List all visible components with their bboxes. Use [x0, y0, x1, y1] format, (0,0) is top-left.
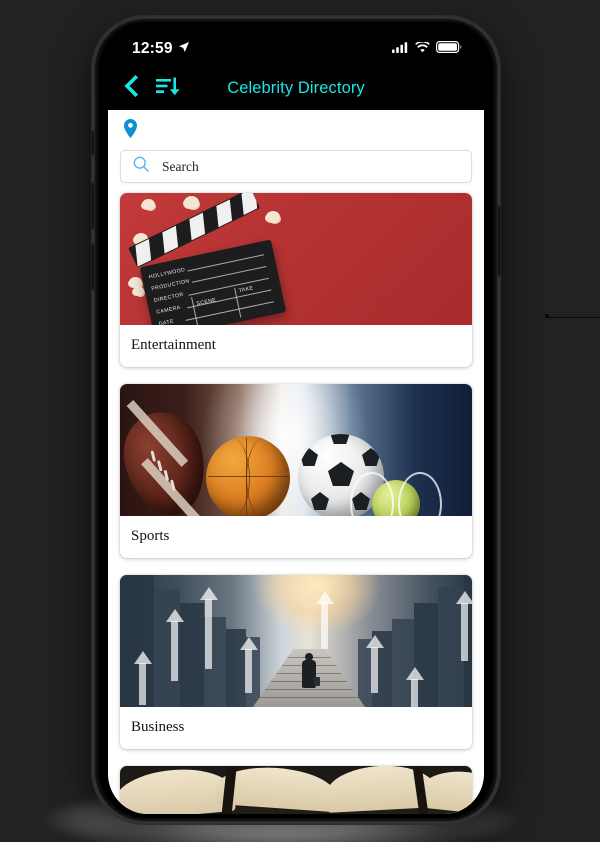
back-chevron-icon[interactable]: [122, 74, 139, 102]
wifi-icon: [415, 40, 430, 58]
status-bar: 12:59: [108, 26, 484, 66]
books-image: [120, 766, 472, 814]
volume-down-button[interactable]: [91, 243, 95, 291]
search-icon: [133, 156, 149, 177]
tennis-ball-icon: [350, 472, 442, 516]
category-card-business[interactable]: Business: [120, 575, 472, 749]
business-image: [120, 575, 472, 707]
silent-switch[interactable]: [91, 130, 95, 156]
status-bar-right: [392, 40, 462, 58]
category-card-books[interactable]: [120, 766, 472, 814]
search-input[interactable]: Search: [120, 150, 472, 183]
cellular-signal-icon: [392, 40, 409, 58]
basketball-icon: [206, 436, 290, 516]
clapperboard-icon: HOLLYWOOD PRODUCTION DIRECTOR CAMERA SCE…: [124, 193, 293, 325]
search-placeholder: Search: [162, 158, 199, 174]
status-time: 12:59: [132, 40, 173, 57]
phone-screen: 12:59 Celebrity Directory Search HOLLYWO…: [108, 26, 484, 814]
app-bar-actions: [122, 74, 181, 102]
category-label: Entertainment: [131, 337, 216, 353]
category-card-entertainment[interactable]: HOLLYWOOD PRODUCTION DIRECTOR CAMERA SCE…: [120, 193, 472, 367]
category-card-sports[interactable]: Sports: [120, 384, 472, 558]
sort-descending-icon[interactable]: [155, 75, 181, 102]
map-pin-icon[interactable]: [124, 119, 137, 142]
callout-leader-line: [545, 317, 600, 318]
volume-up-button[interactable]: [91, 182, 95, 230]
search-section: Search: [108, 146, 484, 193]
businessman-figure: [301, 653, 320, 697]
app-bar: Celebrity Directory: [108, 66, 484, 110]
app-content: Search HOLLYWOOD PRODUCTION DIRECTOR CAM…: [108, 110, 484, 814]
screenshot-stage: 12:59 Celebrity Directory Search HOLLYWO…: [0, 0, 600, 842]
location-row: [108, 110, 484, 146]
power-button[interactable]: [497, 205, 501, 277]
category-list: HOLLYWOOD PRODUCTION DIRECTOR CAMERA SCE…: [108, 193, 484, 814]
sports-image: [120, 384, 472, 516]
football-icon: [120, 399, 216, 516]
battery-full-icon: [436, 40, 462, 58]
location-arrow-icon: [178, 40, 190, 58]
entertainment-image: HOLLYWOOD PRODUCTION DIRECTOR CAMERA SCE…: [120, 193, 472, 325]
category-label: Business: [131, 719, 185, 735]
status-bar-left: 12:59: [132, 40, 190, 58]
category-label: Sports: [131, 528, 170, 544]
